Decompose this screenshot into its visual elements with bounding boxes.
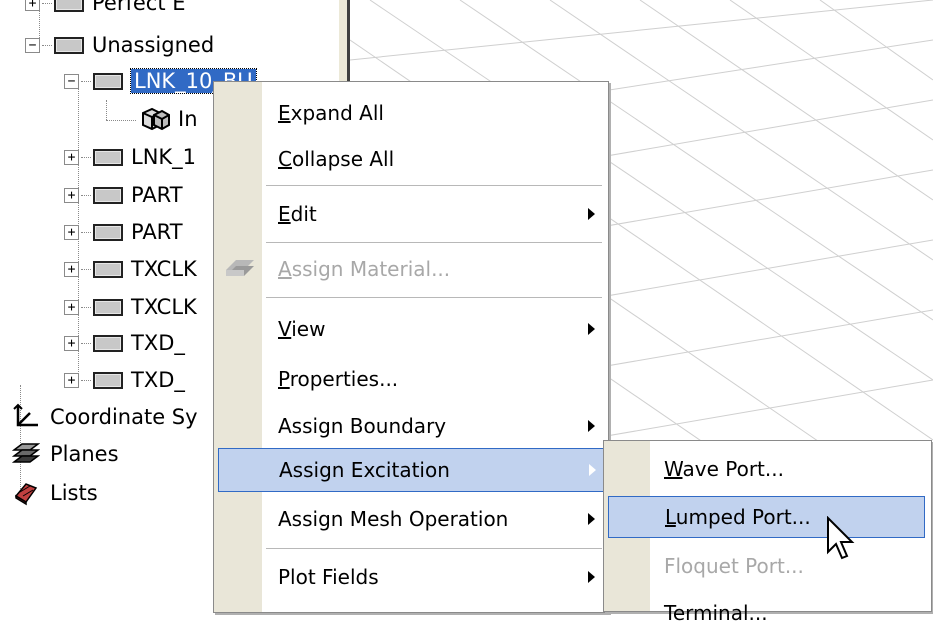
tree-item[interactable]: In bbox=[140, 102, 198, 136]
folder-icon bbox=[54, 0, 84, 12]
tree-item-label: Lists bbox=[50, 481, 98, 505]
menu-item-properties[interactable]: Properties... bbox=[214, 360, 608, 398]
axes-icon bbox=[12, 403, 40, 431]
folder-icon bbox=[93, 223, 123, 241]
expand-toggle[interactable]: + bbox=[64, 149, 79, 165]
menu-item-terminal[interactable]: Terminal... bbox=[604, 593, 931, 633]
submenu-arrow-icon bbox=[588, 420, 595, 432]
menu-item-edit[interactable]: Edit bbox=[214, 195, 608, 233]
tree-item[interactable]: + Perfect E bbox=[25, 0, 186, 20]
lists-icon bbox=[12, 480, 40, 506]
tree-item-label: LNK_1 bbox=[131, 145, 197, 169]
submenu-arrow-icon bbox=[589, 464, 596, 476]
tree-item-label: TXCLK bbox=[131, 257, 197, 281]
tree-item-label: PART bbox=[131, 220, 183, 244]
tree-item-label: TXCLK bbox=[131, 295, 197, 319]
submenu-arrow-icon bbox=[588, 513, 595, 525]
submenu-arrow-icon bbox=[588, 323, 595, 335]
collapse-toggle[interactable]: − bbox=[64, 73, 79, 89]
menu-item-view[interactable]: View bbox=[214, 310, 608, 348]
tree-item-unassigned[interactable]: − Unassigned bbox=[25, 28, 214, 62]
submenu-arrow-icon bbox=[588, 208, 595, 220]
tree-item[interactable]: + TXD_ bbox=[64, 326, 185, 360]
expand-toggle[interactable]: + bbox=[64, 261, 79, 277]
folder-icon bbox=[54, 36, 84, 54]
tree-item-coordinate-systems[interactable]: Coordinate Sy bbox=[12, 400, 198, 434]
folder-icon bbox=[93, 260, 123, 278]
tree-item-label: Coordinate Sy bbox=[50, 405, 198, 429]
menu-separator bbox=[266, 185, 602, 187]
tree-item-label: Planes bbox=[50, 442, 119, 466]
expand-toggle[interactable]: + bbox=[64, 299, 79, 315]
tree-item[interactable]: + TXD_ bbox=[64, 363, 185, 397]
excitation-submenu: Wave Port... Lumped Port... Floquet Port… bbox=[603, 440, 932, 625]
expand-toggle[interactable]: + bbox=[64, 335, 79, 351]
menu-separator bbox=[266, 297, 602, 299]
planes-icon bbox=[11, 442, 41, 466]
context-menu: Expand All Collapse All Edit Assign Mate… bbox=[213, 81, 609, 613]
tree-item-label: PART bbox=[131, 183, 183, 207]
folder-icon bbox=[93, 298, 123, 316]
folder-icon bbox=[93, 371, 123, 389]
tree-item[interactable]: + PART bbox=[64, 178, 183, 212]
tree-item[interactable]: + LNK_1 bbox=[64, 140, 196, 174]
expand-toggle[interactable]: + bbox=[64, 372, 79, 388]
menu-separator bbox=[266, 548, 602, 550]
tree-item-planes[interactable]: Planes bbox=[11, 437, 119, 471]
solid-object-icon bbox=[140, 107, 170, 131]
menu-item-floquet-port[interactable]: Floquet Port... bbox=[604, 546, 931, 586]
menu-item-assign-boundary[interactable]: Assign Boundary bbox=[214, 407, 608, 445]
folder-icon bbox=[93, 334, 123, 352]
collapse-toggle[interactable]: − bbox=[25, 37, 40, 53]
expand-toggle[interactable]: + bbox=[64, 224, 79, 240]
tree-item-label: Perfect E bbox=[92, 0, 186, 15]
tree-item-label: TXD_ bbox=[131, 331, 185, 355]
menu-item-assign-mesh-operation[interactable]: Assign Mesh Operation bbox=[214, 500, 608, 538]
expand-toggle[interactable]: + bbox=[25, 0, 40, 11]
menu-item-collapse-all[interactable]: Collapse All bbox=[214, 140, 608, 178]
submenu-arrow-icon bbox=[588, 571, 595, 583]
menu-item-assign-excitation[interactable]: Assign Excitation bbox=[218, 448, 604, 492]
tree-item[interactable]: + TXCLK bbox=[64, 290, 197, 324]
menu-item-lumped-port[interactable]: Lumped Port... bbox=[608, 496, 925, 538]
tree-item-label: TXD_ bbox=[131, 368, 185, 392]
menu-item-wave-port[interactable]: Wave Port... bbox=[604, 449, 931, 489]
folder-icon bbox=[93, 186, 123, 204]
tree-item[interactable]: + TXCLK bbox=[64, 252, 197, 286]
menu-separator bbox=[266, 242, 602, 244]
tree-item-label: Unassigned bbox=[92, 33, 215, 57]
folder-icon bbox=[93, 72, 123, 90]
tree-item-label: In bbox=[178, 107, 198, 131]
expand-toggle[interactable]: + bbox=[64, 187, 79, 203]
menu-item-assign-material[interactable]: Assign Material... bbox=[214, 250, 608, 288]
menu-item-expand-all[interactable]: Expand All bbox=[214, 94, 608, 132]
mouse-cursor-icon bbox=[826, 515, 856, 564]
tree-item-lists[interactable]: Lists bbox=[12, 476, 98, 510]
tree-item[interactable]: + PART bbox=[64, 215, 183, 249]
material-icon bbox=[224, 256, 256, 282]
folder-icon bbox=[93, 148, 123, 166]
menu-item-plot-fields[interactable]: Plot Fields bbox=[214, 558, 608, 596]
